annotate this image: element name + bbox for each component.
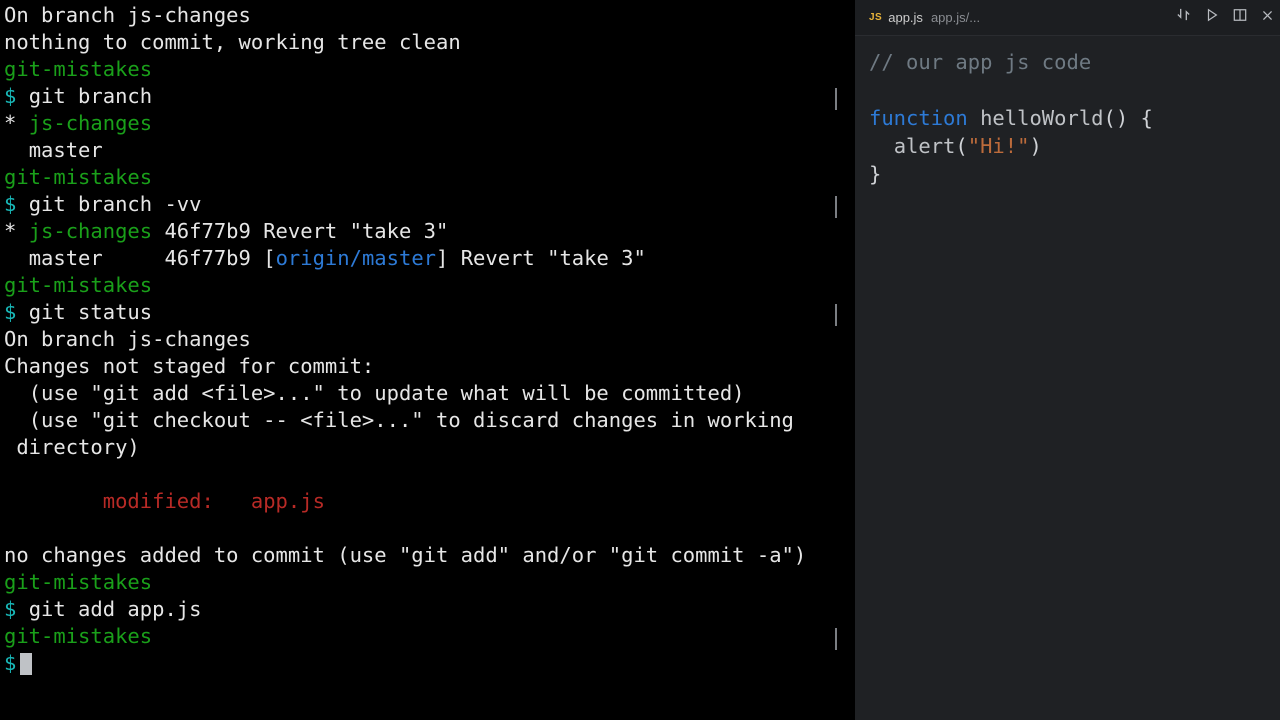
prompt-symbol: $ [4,651,16,675]
hash: 46f77b9 [164,246,250,270]
syntax: () { [1104,106,1153,130]
commit-msg: Revert "take 3" [263,219,448,243]
command: git add app.js [29,597,202,621]
scrollbar-marker [835,196,837,218]
status-line: Changes not staged for commit: [4,354,374,378]
repo-name: git-mistakes [4,624,152,648]
prompt-symbol: $ [4,597,16,621]
terminal-pane[interactable]: On branch js-changes nothing to commit, … [0,0,855,720]
branch: master [29,246,103,270]
editor-actions [1176,4,1274,31]
branch-mark: * [4,111,16,135]
keyword: function [869,106,968,130]
hash: 46f77b9 [164,219,250,243]
status-line: On branch js-changes [4,3,251,27]
code-area[interactable]: // our app js code function helloWorld()… [855,36,1280,200]
status-outro: no changes added to commit (use "git add… [4,543,806,567]
tab-filename: app.js [888,4,923,31]
branch-mark: * [4,219,16,243]
repo-name: git-mistakes [4,165,152,189]
call: alert [894,134,956,158]
status-line: nothing to commit, working tree clean [4,30,461,54]
function-name: helloWorld [980,106,1103,130]
code-comment: // our app js code [869,50,1091,74]
repo-name: git-mistakes [4,570,152,594]
js-file-icon: JS [869,4,882,31]
prompt-symbol: $ [4,300,16,324]
branch: js-changes [29,219,152,243]
terminal-cursor [20,653,32,675]
status-hint: directory) [4,435,140,459]
scrollbar-marker [835,628,837,650]
close-icon[interactable] [1261,4,1274,31]
status-hint: (use "git add <file>..." to update what … [4,381,745,405]
other-branch: master [29,138,103,162]
command: git branch [29,84,152,108]
string-literal: "Hi!" [968,134,1030,158]
status-hint: (use "git checkout -- <file>..." to disc… [4,408,794,432]
prompt-symbol: $ [4,84,16,108]
editor-pane: JS app.js app.js/... // our app js code … [855,0,1280,720]
status-line: On branch js-changes [4,327,251,351]
modified-label: modified: [103,489,214,513]
syntax: } [869,162,881,186]
editor-tab[interactable]: JS app.js app.js/... [863,4,986,31]
code-content: // our app js code function helloWorld()… [869,48,1266,188]
tab-path: app.js/... [931,4,980,31]
terminal-output: On branch js-changes nothing to commit, … [4,2,851,677]
repo-name: git-mistakes [4,273,152,297]
upstream: origin/master [276,246,436,270]
commit-msg: Revert "take 3" [461,246,646,270]
command: git branch -vv [29,192,202,216]
split-editor-icon[interactable] [1233,4,1247,31]
command: git status [29,300,152,324]
repo-name: git-mistakes [4,57,152,81]
prompt-symbol: $ [4,192,16,216]
current-branch: js-changes [29,111,152,135]
scrollbar-marker [835,304,837,326]
modified-file: app.js [251,489,325,513]
run-icon[interactable] [1205,4,1219,31]
editor-tabbar: JS app.js app.js/... [855,0,1280,36]
compare-icon[interactable] [1176,4,1191,31]
scrollbar-marker [835,88,837,110]
